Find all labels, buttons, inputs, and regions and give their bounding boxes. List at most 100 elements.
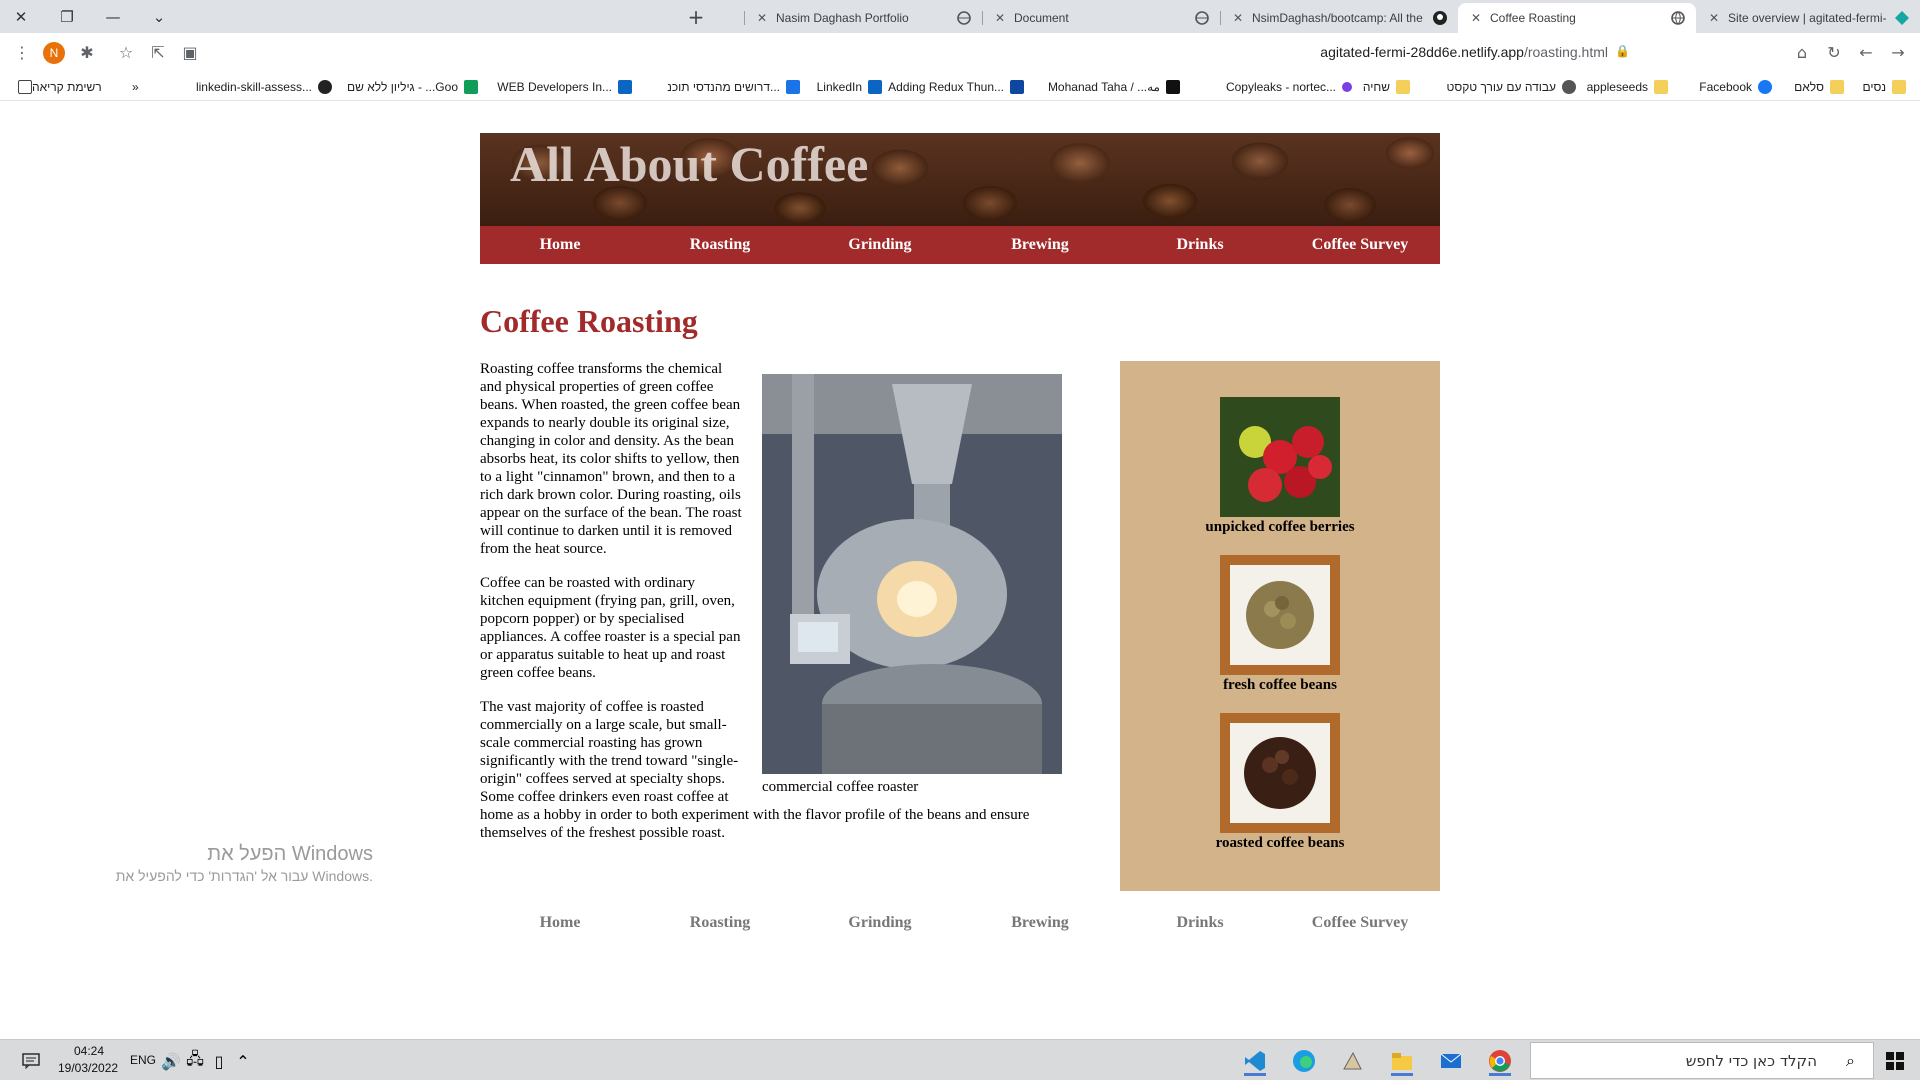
nav-coffee-survey[interactable]: Coffee Survey [1280, 226, 1440, 264]
footer-nav-drinks[interactable]: Drinks [1120, 908, 1280, 938]
bookmark-item[interactable]: Mohanad Taha / ...مه [1048, 77, 1180, 97]
tab-list: Site overview | agitated-fermi-28 ✕ Coff… [682, 3, 1920, 33]
mail-icon[interactable] [1436, 1046, 1466, 1076]
footer-nav-coffee-survey[interactable]: Coffee Survey [1280, 908, 1440, 938]
bookmark-item[interactable]: שחיה [1363, 77, 1410, 97]
bookmark-label: Mohanad Taha / ...مه [1047, 80, 1160, 94]
taskbar-search[interactable]: הקלד כאן כדי לחפש ⌕ [1530, 1042, 1874, 1079]
bookmark-item[interactable]: סלאם [1794, 77, 1844, 97]
bookmark-item[interactable]: Copyleaks - nortec... [1226, 77, 1352, 97]
bookmark-label: Copyleaks - nortec... [1225, 80, 1336, 94]
nav-drinks[interactable]: Drinks [1120, 226, 1280, 264]
tab-site-overview[interactable]: Site overview | agitated-fermi-28 ✕ [1696, 3, 1920, 33]
netlify-icon [1894, 10, 1910, 26]
menu-kebab-icon[interactable]: ⋮ [8, 38, 36, 66]
sidebar-item-berries: unpicked coffee berries [1120, 397, 1440, 536]
close-tab-icon[interactable]: ✕ [1706, 11, 1722, 25]
folder-icon [1830, 80, 1844, 94]
browser-tabstrip: ✕ ❐ — ⌄ + Site overview | agitated-fermi… [0, 0, 1920, 33]
close-tab-icon[interactable]: ✕ [992, 11, 1008, 25]
tab-search-icon[interactable]: ⌄ [138, 0, 180, 33]
tab-coffee-roasting[interactable]: Coffee Roasting ✕ [1458, 3, 1696, 33]
coffee-beans-banner: All About Coffee [480, 133, 1440, 226]
paint-icon[interactable] [1338, 1046, 1368, 1076]
sidebar-caption: fresh coffee beans [1223, 677, 1337, 693]
tab-document[interactable]: Document ✕ [982, 3, 1220, 33]
extensions-icon[interactable]: ✱ [73, 38, 101, 66]
bookmark-item[interactable]: appleseeds [1587, 77, 1668, 97]
nav-brewing[interactable]: Brewing [960, 226, 1120, 264]
nav-grinding[interactable]: Grinding [800, 226, 960, 264]
footer-nav-roasting[interactable]: Roasting [640, 908, 800, 938]
bookmark-item[interactable]: עבודה עם עורך טקסט [1447, 77, 1576, 97]
bookmarks-overflow-icon[interactable]: » [132, 77, 139, 97]
close-tab-icon[interactable]: ✕ [754, 11, 770, 25]
forward-icon[interactable]: ← [1852, 38, 1880, 66]
close-tab-icon[interactable]: ✕ [1230, 11, 1246, 25]
share-icon[interactable]: ⇱ [144, 38, 172, 66]
cast-icon[interactable]: ▣ [176, 38, 204, 66]
back-icon[interactable]: → [1884, 38, 1912, 66]
footer-nav-brewing[interactable]: Brewing [960, 908, 1120, 938]
bookmark-star-icon[interactable]: ☆ [112, 38, 140, 66]
bookmark-label: Facebook [1699, 80, 1752, 94]
tab-github-bootcamp[interactable]: NsimDaghash/bootcamp: All the ✕ [1220, 3, 1458, 33]
windows-taskbar: 04:24 19/03/2022 ENG 🔊 🖧 ▯ ⌃ הקלד כאן כד… [0, 1039, 1920, 1080]
bookmark-item[interactable]: נסים [1862, 77, 1906, 97]
sidebar-item-roasted-beans: roasted coffee beans [1120, 713, 1440, 852]
show-hidden-icons[interactable]: ⌃ [228, 1046, 258, 1076]
vscode-icon[interactable] [1240, 1046, 1270, 1076]
profile-avatar[interactable]: N [43, 42, 65, 64]
url-text[interactable]: agitated-fermi-28dd6e.netlify.app/roasti… [1320, 44, 1608, 60]
nav-roasting[interactable]: Roasting [640, 226, 800, 264]
tab-portfolio[interactable]: Nasim Daghash Portfolio ✕ [744, 3, 982, 33]
clock-date[interactable]: 19/03/2022 [58, 1061, 118, 1075]
footer-nav-grinding[interactable]: Grinding [800, 908, 960, 938]
lock-icon[interactable]: 🔒 [1615, 44, 1630, 58]
minimize-window-icon[interactable]: — [92, 0, 134, 33]
paragraph: commercial coffee roaster Roasting coffe… [480, 360, 1084, 795]
clock-time[interactable]: 04:24 [74, 1044, 104, 1058]
sidebar-caption: unpicked coffee berries [1205, 519, 1355, 535]
bookmark-item[interactable]: Adding Redux Thun... [888, 77, 1024, 97]
bookmark-label: appleseeds [1586, 80, 1648, 94]
linkedin-icon [868, 80, 882, 94]
tab-title: Nasim Daghash Portfolio [776, 11, 909, 25]
home-icon[interactable]: ⌂ [1788, 38, 1816, 66]
edge-icon[interactable] [1289, 1046, 1319, 1076]
bookmark-item[interactable]: Facebook [1699, 77, 1772, 97]
footer-nav: Home Roasting Grinding Brewing Drinks Co… [480, 908, 1440, 938]
bookmark-label: נסים [1862, 80, 1886, 94]
sidebar-caption: roasted coffee beans [1215, 835, 1345, 851]
windows-start-icon[interactable] [1880, 1046, 1910, 1076]
close-tab-icon[interactable]: ✕ [1468, 11, 1484, 25]
main-nav: Home Roasting Grinding Brewing Drinks Co… [480, 226, 1440, 264]
reload-icon[interactable]: ↻ [1820, 38, 1848, 66]
bookmark-label: סלאם [1794, 80, 1824, 94]
footer-nav-home[interactable]: Home [480, 908, 640, 938]
bookmark-item[interactable]: דרושים מהנדסי תוכנ... [667, 77, 800, 97]
nav-home[interactable]: Home [480, 226, 640, 264]
github-icon [318, 80, 332, 94]
web-page: All About Coffee Home Roasting Grinding … [0, 101, 1920, 1039]
search-icon: ⌕ [1846, 1051, 1855, 1070]
bookmark-item[interactable]: linkedin-skill-assess... [196, 77, 332, 97]
bookmark-item[interactable]: גיליון ללא שם - ...Goo [347, 77, 478, 97]
watermark-subtitle: עבור אל 'הגדרות' כדי להפעיל את Windows. [115, 868, 373, 884]
coffee-roaster-image [762, 374, 1062, 774]
bookmark-item[interactable]: WEB Developers In... [497, 77, 632, 97]
url-path: /roasting.html [1523, 44, 1608, 60]
bookmark-item[interactable]: LinkedIn [817, 77, 882, 97]
notification-icon[interactable] [16, 1046, 46, 1076]
chrome-icon[interactable] [1485, 1046, 1515, 1076]
language-indicator[interactable]: ENG [130, 1053, 156, 1067]
close-window-icon[interactable]: ✕ [0, 0, 42, 33]
facebook-icon [1758, 80, 1772, 94]
bookmark-label: WEB Developers In... [497, 80, 612, 94]
bookmark-label: רשימת קריאה [32, 80, 102, 94]
url-host: agitated-fermi-28dd6e.netlify.app [1320, 44, 1524, 60]
restore-window-icon[interactable]: ❐ [46, 0, 88, 33]
reading-list[interactable]: רשימת קריאה [12, 77, 102, 97]
address-bar[interactable]: agitated-fermi-28dd6e.netlify.app/roasti… [250, 37, 1778, 67]
file-explorer-icon[interactable] [1387, 1046, 1417, 1076]
